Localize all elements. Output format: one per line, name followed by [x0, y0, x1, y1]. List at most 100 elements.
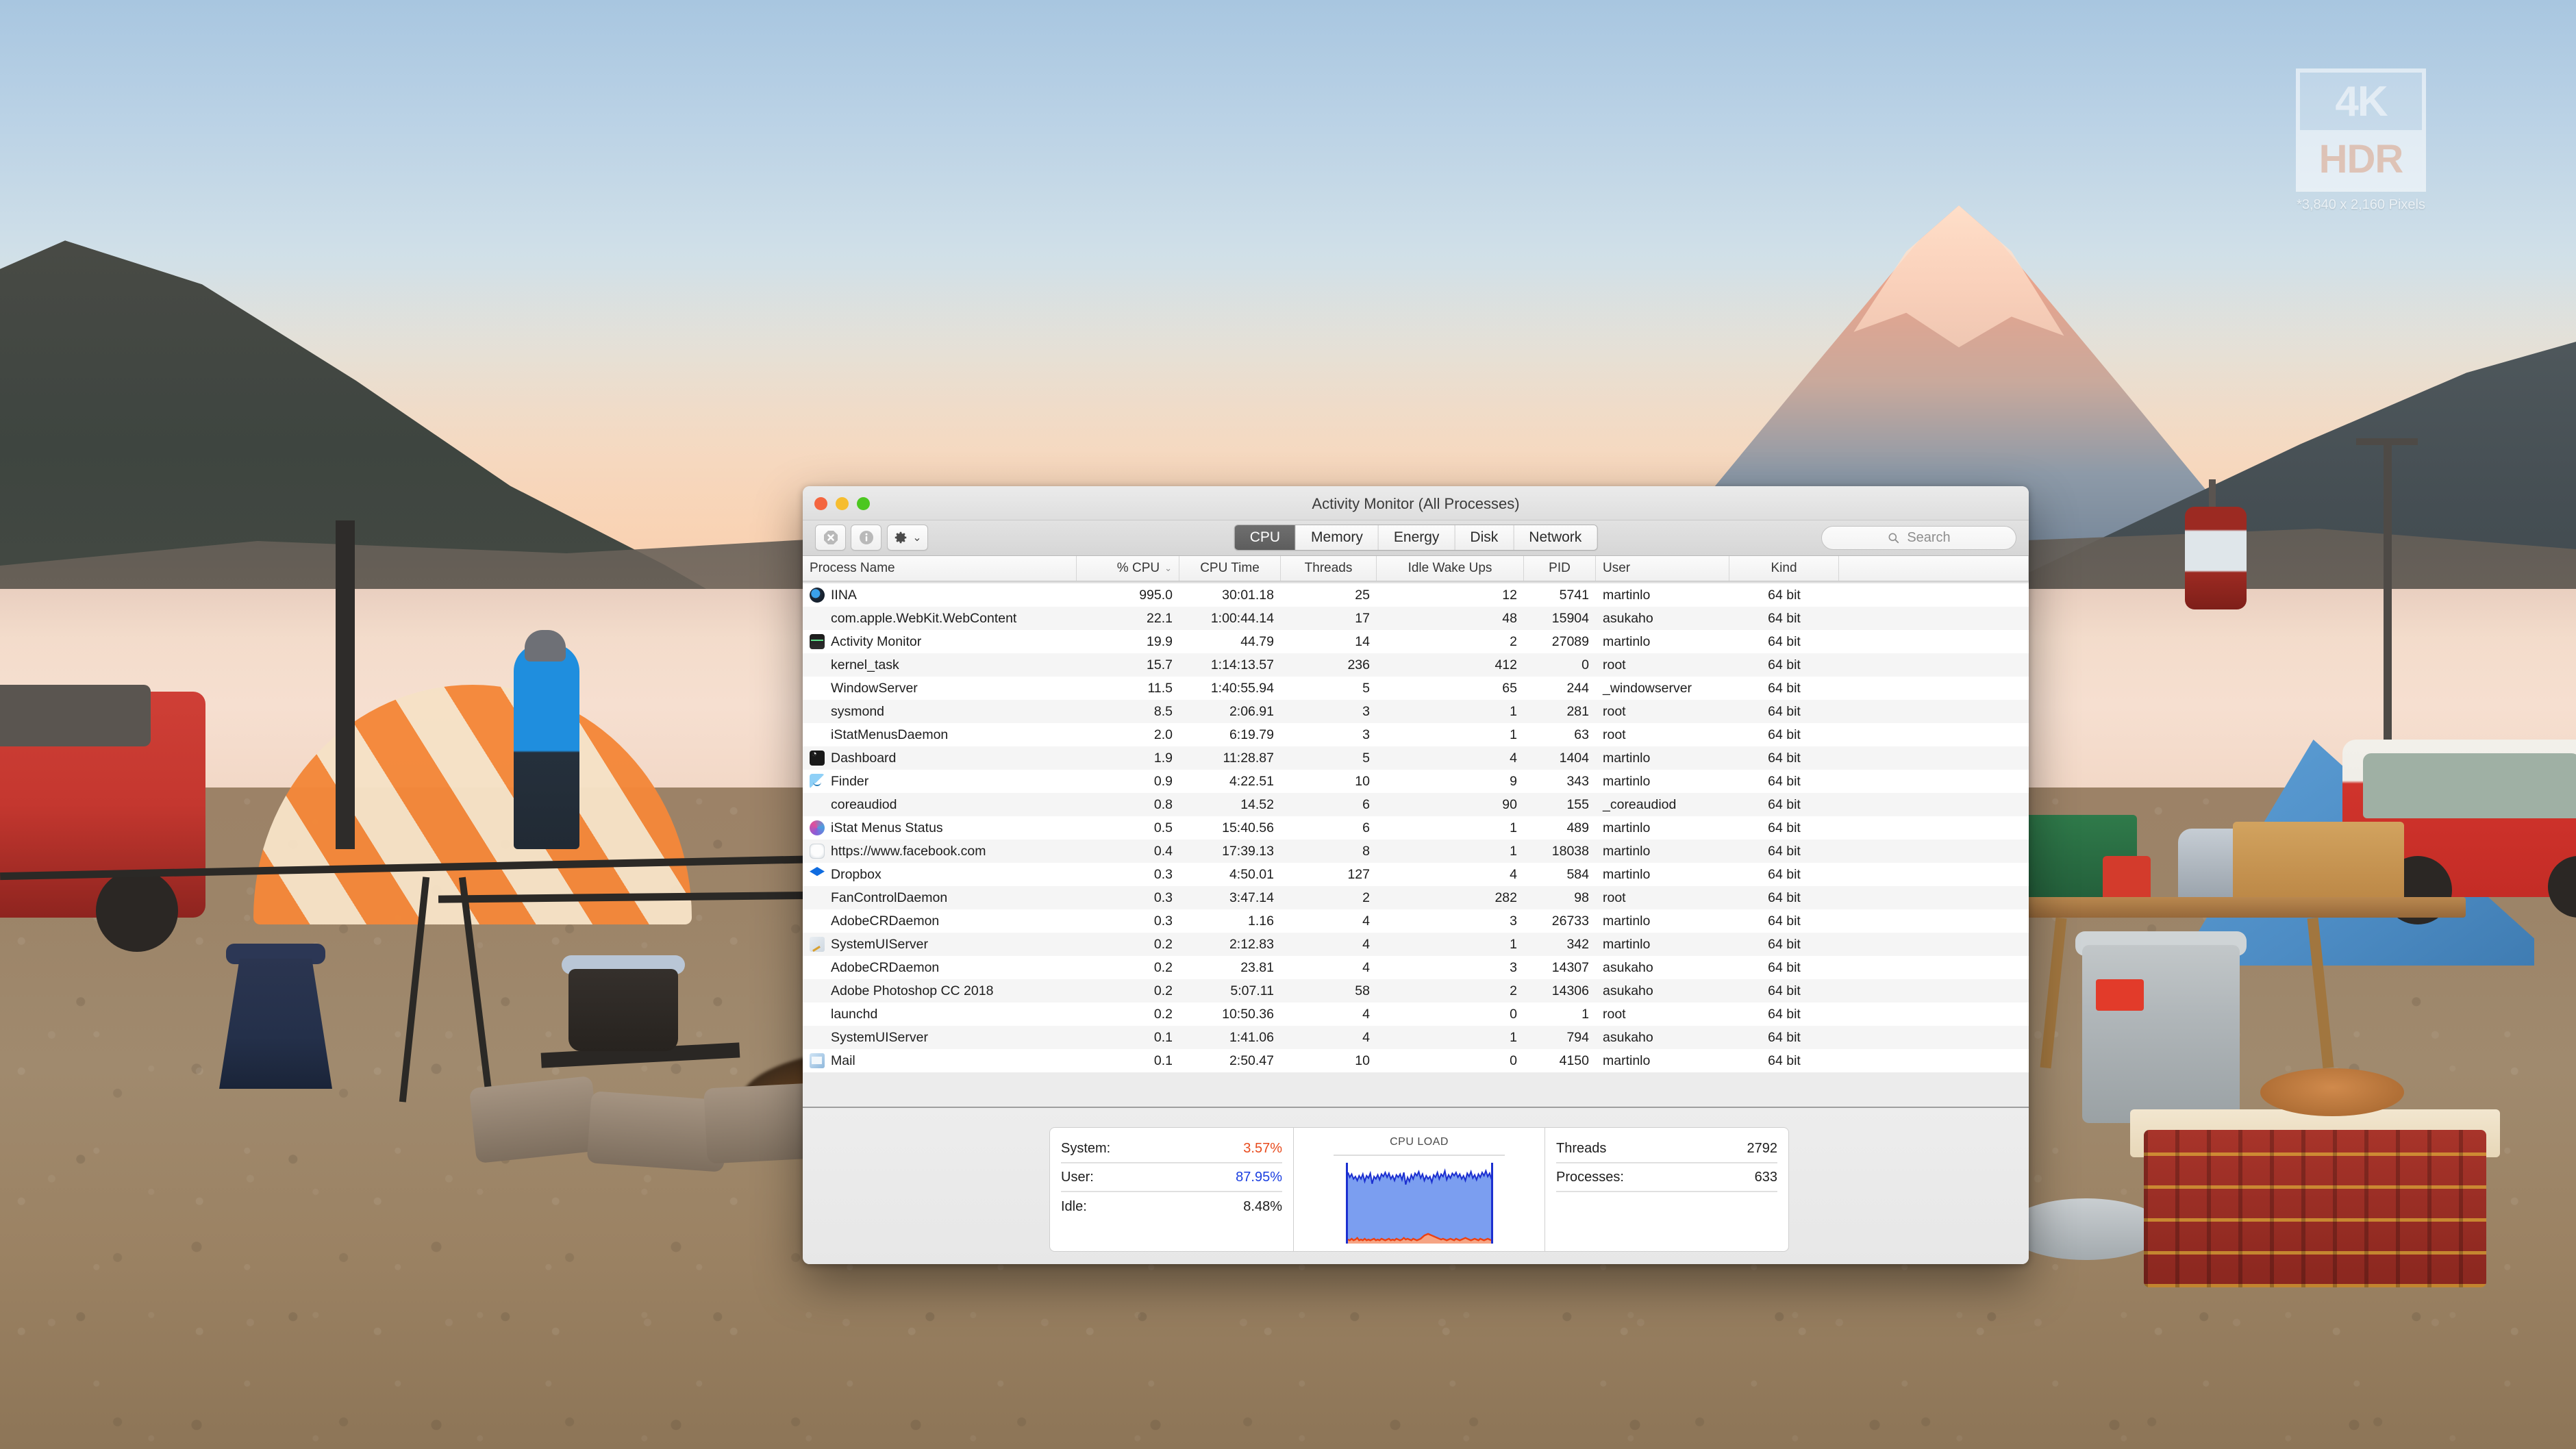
tab-network[interactable]: Network [1514, 525, 1597, 550]
table-row[interactable]: IINA 995.0 30:01.18 25 12 5741 martinlo 64 bit [803, 583, 2029, 607]
cell-threads: 10 [1355, 773, 1370, 789]
view-tabs[interactable]: CPU Memory Energy Disk Network [1234, 525, 1598, 551]
table-row[interactable]: Finder 0.9 4:22.51 10 9 343 martinlo 64 bit [803, 770, 2029, 793]
cell-cpu-time: 2:50.47 [1229, 1053, 1274, 1068]
column-kind[interactable]: Kind [1729, 556, 1839, 581]
cell-threads: 3 [1362, 727, 1370, 742]
process-name-label: sysmond [831, 703, 885, 719]
cell-cpu-percent: 0.2 [1153, 983, 1173, 998]
stat-label: User: [1061, 1169, 1094, 1185]
inspect-process-button[interactable] [851, 525, 881, 551]
column-label: Kind [1771, 561, 1797, 575]
stat-label: Threads [1556, 1140, 1607, 1156]
table-row[interactable]: kernel_task 15.7 1:14:13.57 236 412 0 root 64 b… [803, 653, 2029, 677]
cell-cpu-percent: 0.3 [1153, 866, 1173, 882]
process-name-label: iStatMenusDaemon [831, 727, 949, 742]
cpu-load-chart [1345, 1163, 1493, 1244]
process-name-label: AdobeCRDaemon [831, 913, 940, 929]
table-row[interactable]: WindowServer 11.5 1:40:55.94 5 65 244 _windows… [803, 677, 2029, 700]
cell-threads: 4 [1362, 936, 1370, 952]
process-name-label: Mail [831, 1053, 855, 1068]
cell-pid: 14306 [1551, 983, 1589, 998]
cell-kind: 64 bit [1768, 633, 1801, 649]
table-row[interactable]: launchd 0.2 10:50.36 4 0 1 root 64 bit [803, 1003, 2029, 1026]
cell-idle-wake-ups: 0 [1510, 1006, 1517, 1022]
table-row[interactable]: FanControlDaemon 0.3 3:47.14 2 282 98 root 64 b… [803, 886, 2029, 909]
cpu-usage-breakdown: System: 3.57% User: 87.95% Idle: 8.48% [1050, 1128, 1293, 1251]
cell-threads: 5 [1362, 750, 1370, 766]
table-row[interactable]: Adobe Photoshop CC 2018 0.2 5:07.11 58 2 1430… [803, 979, 2029, 1003]
no-app-icon [810, 1007, 825, 1022]
table-row[interactable]: Activity Monitor 19.9 44.79 14 2 27089 martinl… [803, 630, 2029, 653]
cell-cpu-percent: 0.2 [1153, 1006, 1173, 1022]
jeep-wheel [96, 870, 178, 952]
view-options-button[interactable]: ⌄ [887, 525, 928, 551]
fire-ring-rock [468, 1075, 600, 1164]
table-row[interactable]: Dropbox 0.3 4:50.01 127 4 584 martinlo 64 bit [803, 863, 2029, 886]
cell-user: martinlo [1603, 633, 1651, 649]
process-name-label: kernel_task [831, 657, 899, 672]
table-row[interactable]: coreaudiod 0.8 14.52 6 90 155 _coreaudiod 64 bi… [803, 793, 2029, 816]
table-row[interactable]: Dashboard 1.9 11:28.87 5 4 1404 martinlo 64 bit [803, 746, 2029, 770]
column-user[interactable]: User [1596, 556, 1729, 581]
no-app-icon [810, 611, 825, 626]
activity-monitor-window[interactable]: Activity Monitor (All Processes) ⌄ CPU M… [803, 486, 2029, 1264]
cell-spacer [1839, 746, 2029, 770]
cell-kind: 64 bit [1768, 983, 1801, 998]
tab-energy[interactable]: Energy [1378, 525, 1455, 550]
cell-process-name: FanControlDaemon [803, 886, 1077, 909]
table-column-header[interactable]: Process Name % CPU ⌄ CPU Time Threads Idl… [803, 556, 2029, 581]
column-label: PID [1549, 561, 1571, 575]
cell-threads: 6 [1362, 820, 1370, 835]
table-row[interactable]: SystemUIServer 0.2 2:12.83 4 1 342 martinlo 64 … [803, 933, 2029, 956]
cell-process-name: launchd [803, 1003, 1077, 1026]
tab-memory[interactable]: Memory [1296, 525, 1379, 550]
table-row[interactable]: AdobeCRDaemon 0.2 23.81 4 3 14307 asukaho 64 bi… [803, 956, 2029, 979]
quit-process-button[interactable] [815, 525, 846, 551]
cell-idle-wake-ups: 90 [1502, 796, 1517, 812]
table-row[interactable]: com.apple.WebKit.WebContent 22.1 1:00:44.1… [803, 607, 2029, 630]
table-row[interactable]: Mail 0.1 2:50.47 10 0 4150 martinlo 64 bit [803, 1049, 2029, 1072]
tab-disk[interactable]: Disk [1455, 525, 1514, 550]
table-row[interactable]: SystemUIServer 0.1 1:41.06 4 1 794 asukaho 64 b… [803, 1026, 2029, 1049]
column-threads[interactable]: Threads [1281, 556, 1377, 581]
window-title: Activity Monitor (All Processes) [1312, 495, 1520, 512]
table-row[interactable]: AdobeCRDaemon 0.3 1.16 4 3 26733 martinlo 64 bi… [803, 909, 2029, 933]
cell-idle-wake-ups: 2 [1510, 633, 1517, 649]
cell-kind: 64 bit [1768, 913, 1801, 929]
column-cpu-percent[interactable]: % CPU ⌄ [1077, 556, 1179, 581]
table-row[interactable]: https://www.facebook.com 0.4 17:39.13 8 1 180… [803, 840, 2029, 863]
cell-idle-wake-ups: 4 [1510, 866, 1517, 882]
cell-process-name: https://www.facebook.com [803, 840, 1077, 863]
cell-idle-wake-ups: 282 [1495, 890, 1517, 905]
table-row[interactable]: iStatMenusDaemon 2.0 6:19.79 3 1 63 root 64 bit [803, 723, 2029, 746]
cell-pid: 15904 [1551, 610, 1589, 626]
no-app-icon [810, 890, 825, 905]
cell-idle-wake-ups: 1 [1510, 727, 1517, 742]
column-process-name[interactable]: Process Name [803, 556, 1077, 581]
cell-cpu-time: 23.81 [1240, 959, 1274, 975]
no-app-icon [810, 960, 825, 975]
column-idle-wake-ups[interactable]: Idle Wake Ups [1377, 556, 1524, 581]
table-row[interactable]: sysmond 8.5 2:06.91 3 1 281 root 64 bit [803, 700, 2029, 723]
process-name-label: launchd [831, 1006, 878, 1022]
cpu-load-area-chart [1347, 1168, 1491, 1244]
cell-pid: 244 [1566, 680, 1589, 696]
cell-process-name: Finder [803, 770, 1077, 793]
person-blue-jacket [514, 644, 579, 849]
process-table-body[interactable]: IINA 995.0 30:01.18 25 12 5741 martinlo 64 bit c… [803, 583, 2029, 1072]
cell-threads: 17 [1355, 610, 1370, 626]
column-cpu-time[interactable]: CPU Time [1179, 556, 1281, 581]
sort-caret-icon: ⌄ [1164, 563, 1172, 573]
cell-spacer [1839, 607, 2029, 630]
cell-spacer [1839, 816, 2029, 840]
search-input[interactable]: Search [1821, 526, 2016, 550]
tab-cpu[interactable]: CPU [1234, 525, 1297, 550]
no-app-icon [810, 727, 825, 742]
cell-process-name: iStatMenusDaemon [803, 723, 1077, 746]
column-pid[interactable]: PID [1524, 556, 1596, 581]
table-row[interactable]: iStat Menus Status 0.5 15:40.56 6 1 489 martin… [803, 816, 2029, 840]
process-name-label: SystemUIServer [831, 1029, 928, 1045]
cpu-user-area [1347, 1170, 1491, 1244]
plaid-cooler-bench [2144, 1130, 2486, 1287]
